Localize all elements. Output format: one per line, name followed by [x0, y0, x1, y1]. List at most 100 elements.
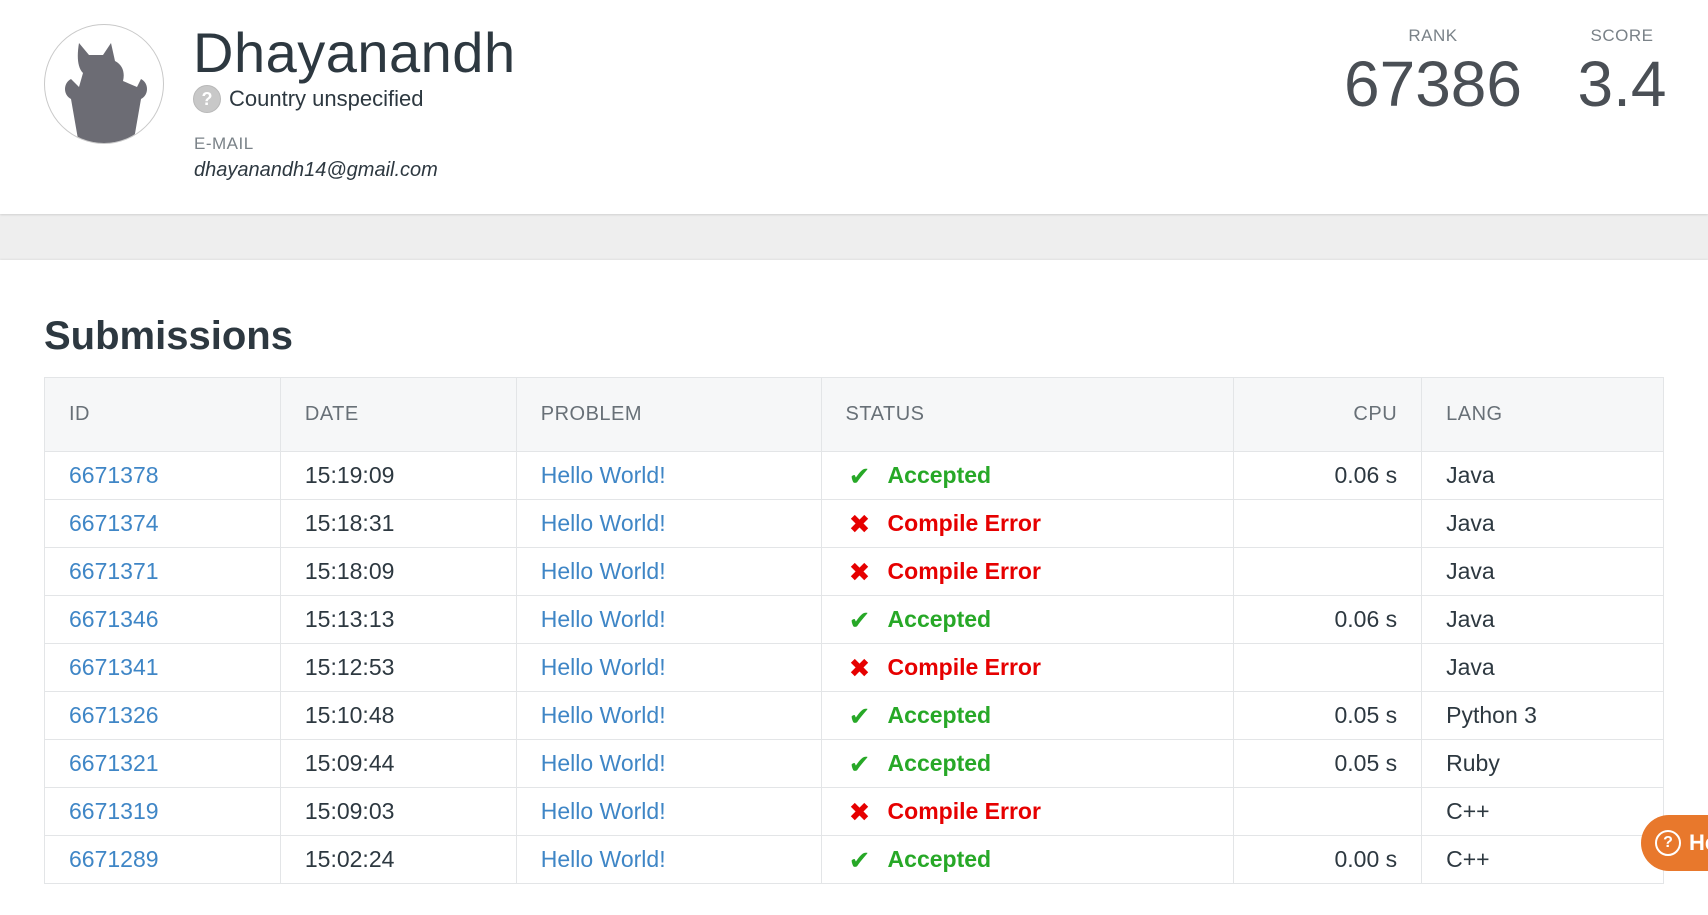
problem-link[interactable]: Hello World!: [541, 798, 666, 824]
checkmark-icon: ✔: [848, 748, 871, 779]
status-badge: ✔ Accepted: [846, 750, 1210, 777]
submissions-panel: Submissions ID DATE PROBLEM STATUS CPU L…: [0, 260, 1708, 915]
cell-lang: Java: [1421, 643, 1664, 692]
cell-cpu: 0.06 s: [1233, 451, 1423, 500]
submissions-title: Submissions: [44, 314, 293, 358]
cell-cpu: 0.05 s: [1233, 739, 1423, 788]
rank-label: RANK: [1408, 26, 1458, 45]
cell-lang: Java: [1421, 451, 1664, 500]
status-text: Compile Error: [887, 654, 1041, 680]
column-header-lang: LANG: [1421, 377, 1664, 452]
status-badge: ✔ Accepted: [846, 846, 1210, 873]
country: ? Country unspecified: [193, 84, 423, 114]
status-text: Compile Error: [887, 510, 1041, 536]
column-header-status: STATUS: [820, 377, 1235, 452]
problem-link[interactable]: Hello World!: [541, 510, 666, 536]
submission-id-link[interactable]: 6671371: [69, 558, 159, 584]
submission-id-link[interactable]: 6671326: [69, 702, 159, 728]
cell-date: 15:13:13: [279, 595, 517, 644]
cell-status: ✔ Accepted: [820, 835, 1235, 884]
status-text: Accepted: [887, 846, 992, 872]
cell-lang: Java: [1421, 595, 1664, 644]
table-row: 6671371 15:18:09 Hello World! ✖ Compile Erro…: [44, 547, 1664, 596]
rank-stat: RANK 67386: [1340, 26, 1526, 120]
problem-link[interactable]: Hello World!: [541, 750, 666, 776]
cell-lang: Ruby: [1421, 739, 1664, 788]
score-stat: SCORE 3.4: [1562, 26, 1682, 120]
checkmark-icon: ✔: [848, 844, 871, 875]
submission-id-link[interactable]: 6671341: [69, 654, 159, 680]
cell-status: ✔ Accepted: [820, 451, 1235, 500]
cell-problem: Hello World!: [515, 691, 822, 740]
cell-id: 6671374: [44, 499, 281, 548]
cell-lang: Python 3: [1421, 691, 1664, 740]
submission-id-link[interactable]: 6671378: [69, 462, 159, 488]
column-header-cpu: CPU: [1233, 377, 1423, 452]
cell-status: ✔ Accepted: [820, 595, 1235, 644]
cell-problem: Hello World!: [515, 739, 822, 788]
table-row: 6671326 15:10:48 Hello World! ✔ Accepted 0.05…: [44, 691, 1664, 740]
status-text: Accepted: [887, 750, 992, 776]
cell-cpu: 0.05 s: [1233, 691, 1423, 740]
cell-date: 15:19:09: [279, 451, 517, 500]
question-circle-icon: ?: [1655, 830, 1681, 856]
cell-id: 6671326: [44, 691, 281, 740]
score-label: SCORE: [1590, 26, 1654, 45]
rank-value: 67386: [1344, 48, 1522, 120]
cell-id: 6671371: [44, 547, 281, 596]
cell-date: 15:09:44: [279, 739, 517, 788]
cell-status: ✖ Compile Error: [820, 547, 1235, 596]
email-label: E-MAIL: [194, 134, 254, 153]
checkmark-icon: ✔: [848, 700, 871, 731]
status-badge: ✔ Accepted: [846, 702, 1210, 729]
problem-link[interactable]: Hello World!: [541, 558, 666, 584]
cell-lang: Java: [1421, 547, 1664, 596]
checkmark-icon: ✔: [848, 604, 871, 635]
avatar: [44, 24, 164, 144]
cell-date: 15:12:53: [279, 643, 517, 692]
cell-date: 15:18:09: [279, 547, 517, 596]
cell-status: ✔ Accepted: [820, 691, 1235, 740]
cell-problem: Hello World!: [515, 499, 822, 548]
cell-problem: Hello World!: [515, 643, 822, 692]
problem-link[interactable]: Hello World!: [541, 462, 666, 488]
cell-date: 15:10:48: [279, 691, 517, 740]
cell-id: 6671319: [44, 787, 281, 836]
submission-id-link[interactable]: 6671321: [69, 750, 159, 776]
cell-status: ✖ Compile Error: [820, 499, 1235, 548]
cell-cpu: 0.06 s: [1233, 595, 1423, 644]
submission-id-link[interactable]: 6671289: [69, 846, 159, 872]
email-value: dhayanandh14@gmail.com: [194, 159, 438, 181]
column-header-date: DATE: [279, 377, 517, 452]
cell-id: 6671341: [44, 643, 281, 692]
cell-cpu: [1233, 787, 1423, 836]
cell-id: 6671289: [44, 835, 281, 884]
column-header-problem: PROBLEM: [515, 377, 822, 452]
cell-status: ✖ Compile Error: [820, 787, 1235, 836]
problem-link[interactable]: Hello World!: [541, 606, 666, 632]
cell-id: 6671321: [44, 739, 281, 788]
submissions-table: ID DATE PROBLEM STATUS CPU LANG 6671378 1…: [44, 377, 1664, 884]
submission-id-link[interactable]: 6671319: [69, 798, 159, 824]
status-badge: ✖ Compile Error: [846, 558, 1210, 585]
problem-link[interactable]: Hello World!: [541, 846, 666, 872]
cross-icon: ✖: [848, 796, 871, 827]
cell-lang: Java: [1421, 499, 1664, 548]
status-badge: ✖ Compile Error: [846, 654, 1210, 681]
column-header-id: ID: [44, 377, 281, 452]
table-row: 6671319 15:09:03 Hello World! ✖ Compile Erro…: [44, 787, 1664, 836]
table-row: 6671341 15:12:53 Hello World! ✖ Compile Erro…: [44, 643, 1664, 692]
cell-problem: Hello World!: [515, 547, 822, 596]
table-row: 6671321 15:09:44 Hello World! ✔ Accepted 0.05…: [44, 739, 1664, 788]
cross-icon: ✖: [848, 508, 871, 539]
status-text: Accepted: [887, 462, 992, 488]
submission-id-link[interactable]: 6671374: [69, 510, 159, 536]
cell-problem: Hello World!: [515, 835, 822, 884]
status-text: Accepted: [887, 702, 992, 728]
problem-link[interactable]: Hello World!: [541, 654, 666, 680]
cell-problem: Hello World!: [515, 451, 822, 500]
problem-link[interactable]: Hello World!: [541, 702, 666, 728]
submission-id-link[interactable]: 6671346: [69, 606, 159, 632]
cat-avatar-icon: [65, 43, 147, 143]
help-button[interactable]: ? He: [1641, 815, 1708, 871]
